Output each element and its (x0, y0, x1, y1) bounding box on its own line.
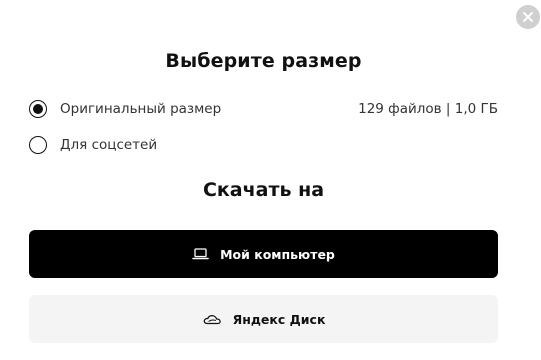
cloud-icon (202, 313, 222, 325)
close-button[interactable] (516, 5, 540, 29)
file-info: 129 файлов | 1,0 ГБ (358, 101, 498, 117)
radio-button-selected[interactable] (29, 100, 47, 118)
option-label: Оригинальный размер (60, 101, 222, 117)
close-icon (523, 12, 533, 22)
download-computer-button[interactable]: Мой компьютер (29, 230, 498, 278)
radio-button[interactable] (29, 136, 47, 154)
button-label: Мой компьютер (220, 246, 335, 262)
option-label: Для соцсетей (60, 137, 158, 153)
download-dialog: Выберите размер Оригинальный размер 129 … (0, 0, 541, 360)
download-title: Скачать на (202, 179, 325, 201)
laptop-icon (192, 248, 209, 260)
download-yandex-disk-button[interactable]: Яндекс Диск (29, 295, 498, 343)
option-original-size[interactable]: Оригинальный размер 129 файлов | 1,0 ГБ (29, 98, 498, 120)
dialog-title: Выберите размер (165, 50, 362, 72)
button-label: Яндекс Диск (232, 311, 326, 327)
option-social-media[interactable]: Для соцсетей (29, 134, 498, 156)
